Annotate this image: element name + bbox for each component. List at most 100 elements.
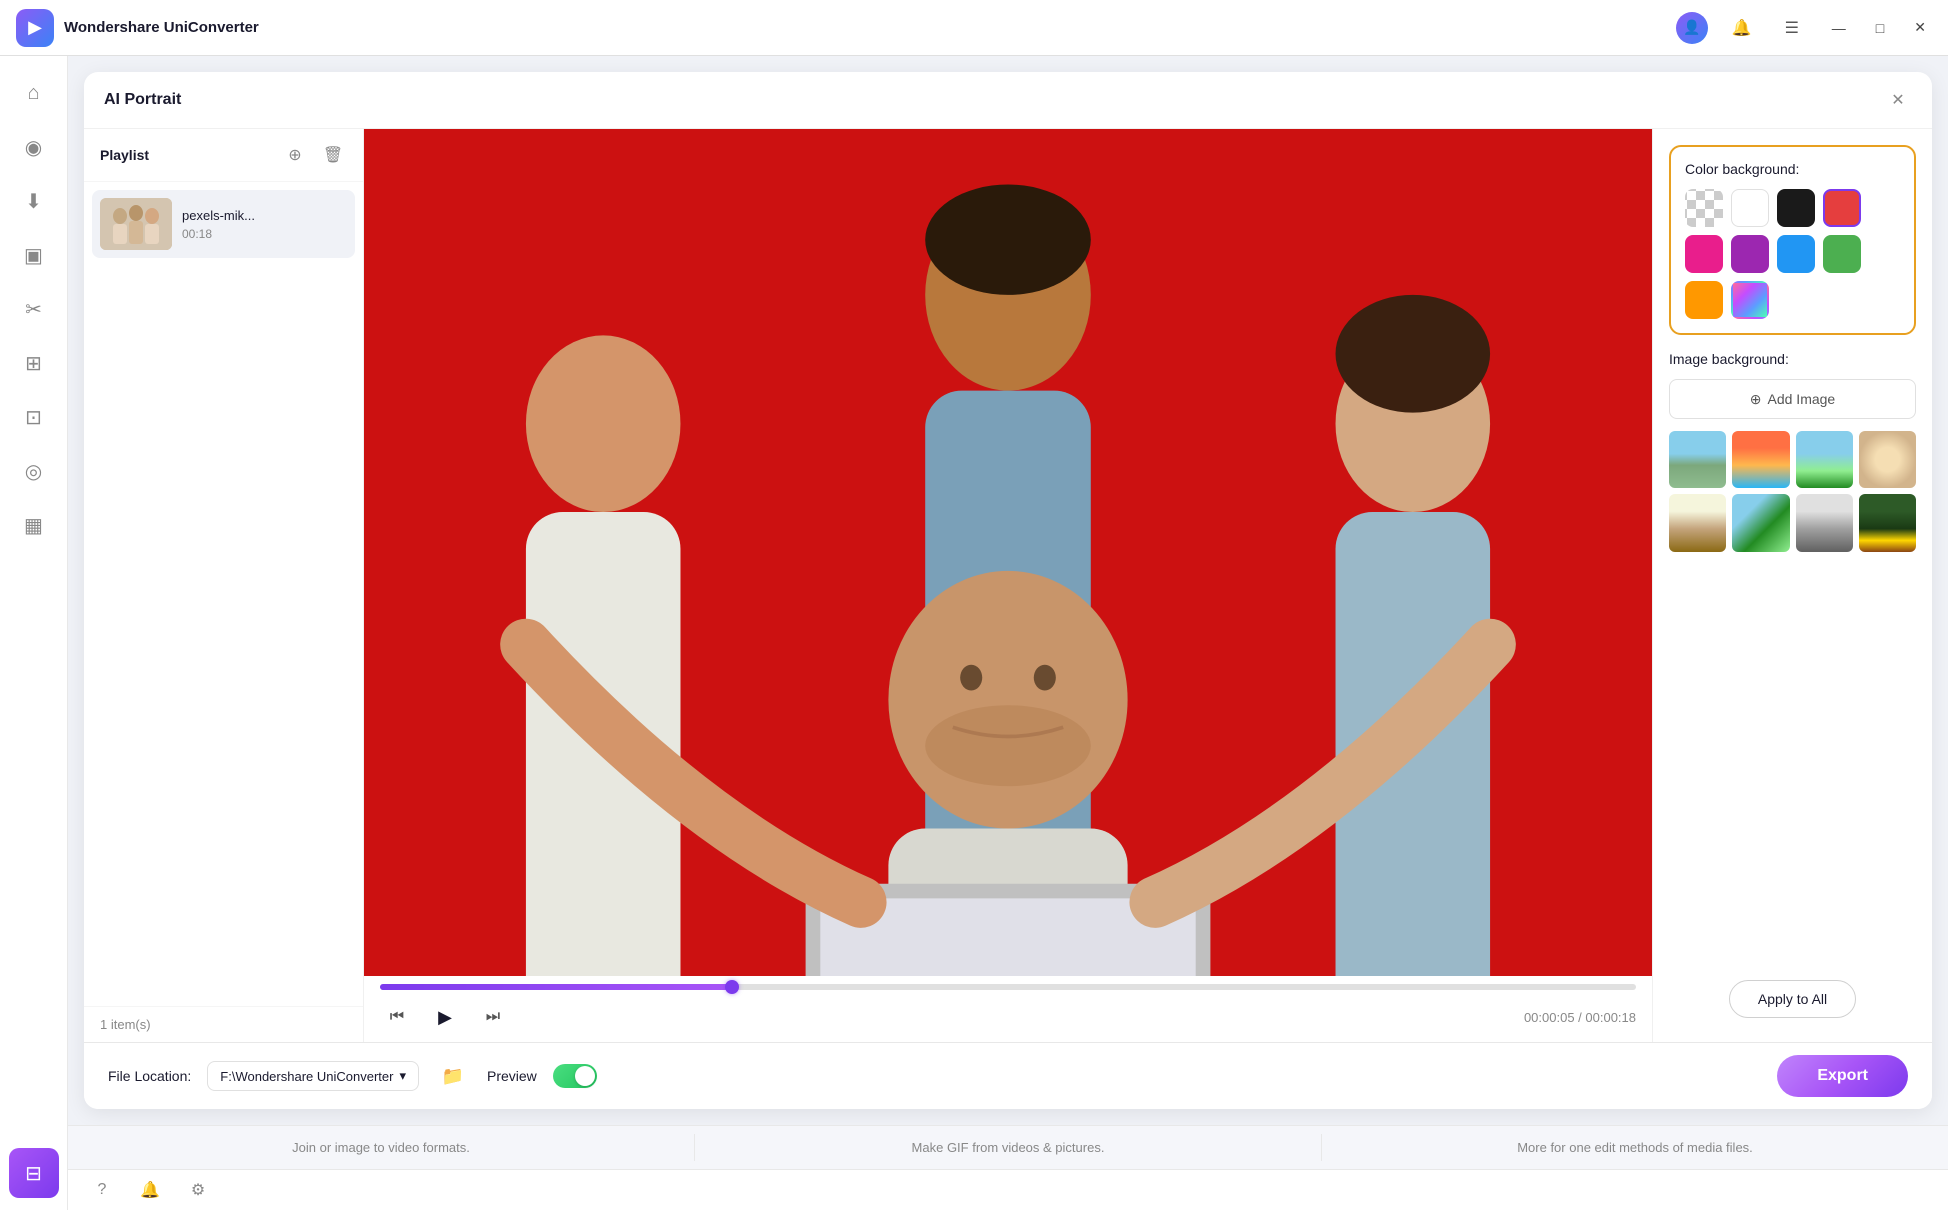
dropdown-chevron-icon: ▾ <box>399 1068 406 1084</box>
minimize-button[interactable]: — <box>1826 16 1852 40</box>
playlist-item-name: pexels-mik... <box>182 208 347 223</box>
status-bell-icon[interactable]: 🔔 <box>136 1176 164 1204</box>
playlist-header: Playlist ⊕ 🗑 <box>84 129 363 182</box>
title-bar: ▶ Wondershare UniConverter 👤 🔔 ☰ — □ ✕ <box>0 0 1948 56</box>
playlist-delete-button[interactable]: 🗑 <box>319 141 347 169</box>
color-swatch-gradient[interactable] <box>1731 281 1769 319</box>
playlist-panel: Playlist ⊕ 🗑 <box>84 129 364 1042</box>
video-panel: ⏮ ▶ ⏭ 00:00:05 / 00:00:18 <box>364 129 1652 1042</box>
image-thumb-sunset[interactable] <box>1732 431 1789 488</box>
color-background-section: Color background: <box>1669 145 1916 335</box>
dialog-header: AI Portrait ✕ <box>84 72 1932 129</box>
close-button[interactable]: ✕ <box>1908 15 1932 40</box>
color-swatch-black[interactable] <box>1777 189 1815 227</box>
image-background-section: Image background: ⊕ Add Image <box>1669 351 1916 552</box>
list-item[interactable]: pexels-mik... 00:18 <box>92 190 355 258</box>
window-controls: 👤 🔔 ☰ — □ ✕ <box>1676 12 1932 44</box>
add-image-icon: ⊕ <box>1750 391 1762 408</box>
status-bar: ? 🔔 ⚙ <box>68 1169 1948 1210</box>
info-bar-item-0: Join or image to video formats. <box>68 1134 695 1161</box>
folder-browse-button[interactable]: 📁 <box>435 1058 471 1094</box>
video-controls: ⏮ ▶ ⏭ 00:00:05 / 00:00:18 <box>364 976 1652 1042</box>
preview-toggle[interactable] <box>553 1064 597 1088</box>
color-swatch-transparent[interactable] <box>1685 189 1723 227</box>
playlist-items: pexels-mik... 00:18 <box>84 182 363 1006</box>
file-location-label: File Location: <box>108 1068 191 1084</box>
image-thumb-mountains[interactable] <box>1669 431 1726 488</box>
sidebar-item-download[interactable]: ⬇ <box>9 176 59 226</box>
dialog-close-button[interactable]: ✕ <box>1884 86 1912 114</box>
dialog-body: Playlist ⊕ 🗑 <box>84 129 1932 1042</box>
progress-fill <box>380 984 732 990</box>
status-settings-icon[interactable]: ⚙ <box>184 1176 212 1204</box>
playlist-thumbnail <box>100 198 172 250</box>
sidebar-item-screenshot[interactable]: ⊡ <box>9 392 59 442</box>
play-button[interactable]: ▶ <box>428 1000 462 1034</box>
playlist-actions: ⊕ 🗑 <box>281 141 347 169</box>
account-icon[interactable]: 👤 <box>1676 12 1708 44</box>
sidebar-item-camera[interactable]: ◉ <box>9 122 59 172</box>
playback-controls: ⏮ ▶ ⏭ 00:00:05 / 00:00:18 <box>380 1000 1636 1034</box>
image-thumb-interior[interactable] <box>1669 494 1726 551</box>
image-thumb-dark[interactable] <box>1859 494 1916 551</box>
file-location-select[interactable]: F:\Wondershare UniConverter ▾ <box>207 1061 419 1091</box>
app-title: Wondershare UniConverter <box>64 19 1666 36</box>
sidebar: ⌂ ◉ ⬇ ▣ ✂ ⊞ ⊡ ◎ ▦ ⊟ <box>0 56 68 1210</box>
sidebar-item-target[interactable]: ◎ <box>9 446 59 496</box>
image-thumb-blur[interactable] <box>1859 431 1916 488</box>
add-image-label: Add Image <box>1768 391 1836 407</box>
playlist-item-info: pexels-mik... 00:18 <box>182 208 347 241</box>
apply-to-all-button[interactable]: Apply to All <box>1729 980 1856 1018</box>
app-logo: ▶ <box>16 9 54 47</box>
add-image-button[interactable]: ⊕ Add Image <box>1669 379 1916 419</box>
playlist-add-button[interactable]: ⊕ <box>281 141 309 169</box>
image-thumb-window[interactable] <box>1732 494 1789 551</box>
color-swatch-blue[interactable] <box>1777 235 1815 273</box>
prev-button[interactable]: ⏮ <box>380 1000 414 1034</box>
playlist-title: Playlist <box>100 147 149 163</box>
playlist-item-duration: 00:18 <box>182 227 347 241</box>
info-bar-item-1: Make GIF from videos & pictures. <box>695 1134 1322 1161</box>
time-display: 00:00:05 / 00:00:18 <box>1524 1010 1636 1025</box>
sidebar-item-scissors[interactable]: ✂ <box>9 284 59 334</box>
preview-label: Preview <box>487 1068 537 1084</box>
video-content <box>364 129 1652 976</box>
dialog-title: AI Portrait <box>104 91 181 109</box>
sidebar-item-tools[interactable]: ⊟ <box>9 1148 59 1198</box>
notification-icon[interactable]: 🔔 <box>1726 12 1758 44</box>
color-swatch-orange[interactable] <box>1685 281 1723 319</box>
bottom-bar: File Location: F:\Wondershare UniConvert… <box>84 1042 1932 1109</box>
sidebar-item-video[interactable]: ▣ <box>9 230 59 280</box>
color-swatch-red[interactable] <box>1823 189 1861 227</box>
progress-thumb[interactable] <box>725 980 739 994</box>
color-swatch-pink[interactable] <box>1685 235 1723 273</box>
toggle-knob <box>575 1066 595 1086</box>
file-location-value: F:\Wondershare UniConverter <box>220 1069 393 1084</box>
info-bar-item-2: More for one edit methods of media files… <box>1322 1134 1948 1161</box>
export-button[interactable]: Export <box>1777 1055 1908 1097</box>
color-swatch-purple[interactable] <box>1731 235 1769 273</box>
playlist-count: 1 item(s) <box>84 1006 363 1042</box>
color-swatch-white[interactable] <box>1731 189 1769 227</box>
image-thumb-office[interactable] <box>1796 494 1853 551</box>
sidebar-item-home[interactable]: ⌂ <box>9 68 59 118</box>
info-bar: Join or image to video formats. Make GIF… <box>68 1125 1948 1169</box>
next-button[interactable]: ⏭ <box>476 1000 510 1034</box>
color-bg-label: Color background: <box>1685 161 1900 177</box>
main-layout: ⌂ ◉ ⬇ ▣ ✂ ⊞ ⊡ ◎ ▦ ⊟ AI Portrait ✕ Playli… <box>0 56 1948 1210</box>
color-swatch-green[interactable] <box>1823 235 1861 273</box>
progress-bar[interactable] <box>380 984 1636 990</box>
maximize-button[interactable]: □ <box>1870 16 1890 40</box>
video-preview <box>364 129 1652 976</box>
thumbnail-preview <box>100 198 172 250</box>
settings-panel: Color background: <box>1652 129 1932 1042</box>
menu-icon[interactable]: ☰ <box>1776 12 1808 44</box>
sidebar-item-merge[interactable]: ⊞ <box>9 338 59 388</box>
help-icon[interactable]: ? <box>88 1176 116 1204</box>
sidebar-item-tv[interactable]: ▦ <box>9 500 59 550</box>
color-swatches <box>1685 189 1900 319</box>
playback-buttons: ⏮ ▶ ⏭ <box>380 1000 510 1034</box>
image-grid <box>1669 431 1916 552</box>
image-thumb-nature[interactable] <box>1796 431 1853 488</box>
content-area: AI Portrait ✕ Playlist ⊕ 🗑 <box>68 56 1948 1210</box>
